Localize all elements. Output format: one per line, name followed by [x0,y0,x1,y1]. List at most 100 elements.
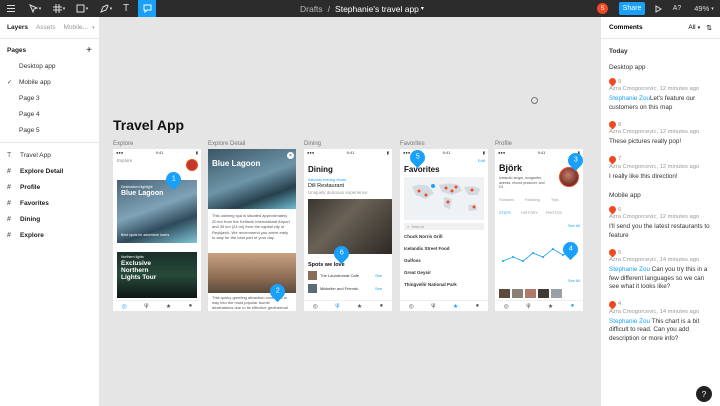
edit-button[interactable]: Edit [478,158,485,163]
star-icon[interactable]: ★ [357,303,362,310]
page-title: Travel App [113,117,185,133]
page-item[interactable]: Page 3 [0,90,99,106]
comment-item[interactable]: 8 Azra Cmogorcevic, 12 minutes ago These… [601,118,720,153]
page-item-current[interactable]: Mobile app [0,74,99,90]
explore-header: Explore [117,158,133,163]
user-icon[interactable]: ● [380,303,384,309]
see-button[interactable]: See [375,273,382,278]
user-icon[interactable]: ● [476,303,480,309]
frame-tool-icon[interactable]: ▾ [50,0,68,17]
favorites-frame[interactable]: ●●● 9:41 ▮ Favorites Edit ⌕ Search Chuck No… [400,149,488,311]
page-item[interactable]: Page 4 [0,106,99,122]
comment-tool-icon[interactable] [138,0,156,17]
comment-author: Azra Cmogorcevic [609,129,657,135]
tab-photos[interactable]: PHOTOS [546,211,562,215]
comment-number: 8 [618,121,622,128]
add-page-icon[interactable]: + [86,45,92,56]
see-all-link[interactable]: See All [568,279,580,283]
comment-filter[interactable]: All ▾ ⇅ [688,24,712,32]
group-title: Desktop app [609,63,646,71]
blue-lagoon-card[interactable]: Destination highlight Blue Lagoon Best s… [117,180,197,243]
fork-icon[interactable]: ψ [335,303,339,309]
profile-frame[interactable]: ●●● 9:41 ▮ Björk Icelandic singer, songwri… [495,149,583,311]
favorite-item[interactable]: Gulfoss [404,258,421,263]
layer-item[interactable]: # Dining [0,211,99,227]
layer-item[interactable]: T Travel App [0,147,99,163]
ab-label[interactable]: A? [670,0,684,17]
comment-item[interactable]: 5 Azra Cmogorcevic, 14 minutes ago Steph… [601,246,720,298]
share-button[interactable]: Share [619,2,645,15]
tab-mobile[interactable]: Mobile... [63,24,88,31]
world-map [404,177,484,220]
tab-layers[interactable]: Layers [7,24,28,31]
frame-label: Profile [495,141,513,147]
comment-mention[interactable]: Stephanie Zou [609,318,650,325]
layer-item[interactable]: # Explore Detail [0,163,99,179]
sort-icon[interactable]: ⇅ [706,24,712,32]
help-button[interactable]: ? [696,386,712,402]
star-icon[interactable]: ★ [453,303,458,310]
comment-item[interactable]: 6 Azra Cmogorcevic, 12 minutes ago I'll … [601,203,720,246]
star-icon[interactable]: ★ [548,303,553,310]
comment-item[interactable]: 4 Azra Cmogorcevic, 14 minutes ago Steph… [601,298,720,350]
compass-icon[interactable]: ◎ [313,303,318,310]
play-icon[interactable] [652,0,664,17]
compass-icon[interactable]: ◎ [409,303,414,310]
northern-lights-card[interactable]: Northern lights Exclusive Northern Light… [117,252,197,298]
compass-icon[interactable]: ◎ [504,303,509,310]
detail-title: Blue Lagoon [212,159,261,168]
group-title: Mobile app [609,191,641,199]
comment-number: 5 [618,249,622,256]
dining-frame[interactable]: ●●● 9:41 ▮ Dining Saturday evening choice … [304,149,392,311]
page-item[interactable]: Desktop app [0,58,99,74]
chevron-down-icon[interactable]: ▾ [92,25,95,31]
favorite-item[interactable]: Icelandic Street Food [404,246,450,251]
move-tool-icon[interactable]: ▾ [26,0,44,17]
favorite-item[interactable]: Chuck Norris Grill [404,234,443,239]
stat-label: Followers [499,198,514,202]
comment-item[interactable]: 9 Azra Cmogorcevic, 12 minutes ago Steph… [601,75,720,118]
layer-item[interactable]: # Explore [0,227,99,243]
zoom-level: 49% [694,4,710,13]
zoom-control[interactable]: 49% ▾ [690,0,718,17]
panel-tabs: Layers Assets Mobile... ▾ [0,17,99,39]
file-name[interactable]: Stephanie's travel app [335,4,419,14]
page-item[interactable]: Page 5 [0,122,99,138]
close-icon[interactable]: × [287,152,294,159]
tab-history[interactable]: HISTORY [521,211,538,215]
comment-text: These pictures really pop! [609,138,682,145]
cursor-icon [531,97,538,104]
frame-layer-icon: # [7,199,11,207]
bottom-nav: ◎ ψ ★ ● [304,300,392,311]
tab-stats[interactable]: STATS [499,211,511,215]
layer-item[interactable]: # Favorites [0,195,99,211]
chevron-down-icon[interactable]: ▾ [421,5,424,12]
comment-mention[interactable]: Stephanie Zou [609,266,650,273]
search-input[interactable]: ⌕ Search [404,223,484,230]
comment-mention[interactable]: Stephanie Zou [609,95,650,102]
favorite-item[interactable]: Great Geysir [404,270,431,275]
pen-tool-icon[interactable]: ▾ [97,0,115,17]
fork-icon[interactable]: ψ [431,303,435,309]
user-icon[interactable]: ● [189,303,193,309]
menu-icon[interactable] [4,0,18,17]
see-button[interactable]: See [375,286,382,291]
star-icon[interactable]: ★ [166,303,171,310]
avatar[interactable]: S [597,3,608,14]
favorite-item[interactable]: Thingvellir National Park [404,282,457,287]
compass-icon[interactable]: ◎ [122,303,127,310]
text-tool-icon[interactable]: T [119,0,133,17]
search-placeholder: Search [411,224,424,229]
user-icon[interactable]: ● [571,303,575,309]
shape-tool-icon[interactable]: ▾ [73,0,91,17]
explore-frame[interactable]: ●●● 9:41 ▮ Explore Destination highlight B… [113,149,201,311]
see-all-link[interactable]: See All [568,224,580,228]
layer-item[interactable]: # Profile [0,179,99,195]
fork-icon[interactable]: ψ [144,303,148,309]
breadcrumb-parent[interactable]: Drafts [300,4,323,14]
pages-title: Pages [7,46,27,54]
comment-item[interactable]: 7 Azra Cmogorcevic, 12 minutes ago I rea… [601,153,720,188]
fork-icon[interactable]: ψ [526,303,530,309]
dining-title: Dining [308,165,333,174]
tab-assets[interactable]: Assets [36,24,56,31]
